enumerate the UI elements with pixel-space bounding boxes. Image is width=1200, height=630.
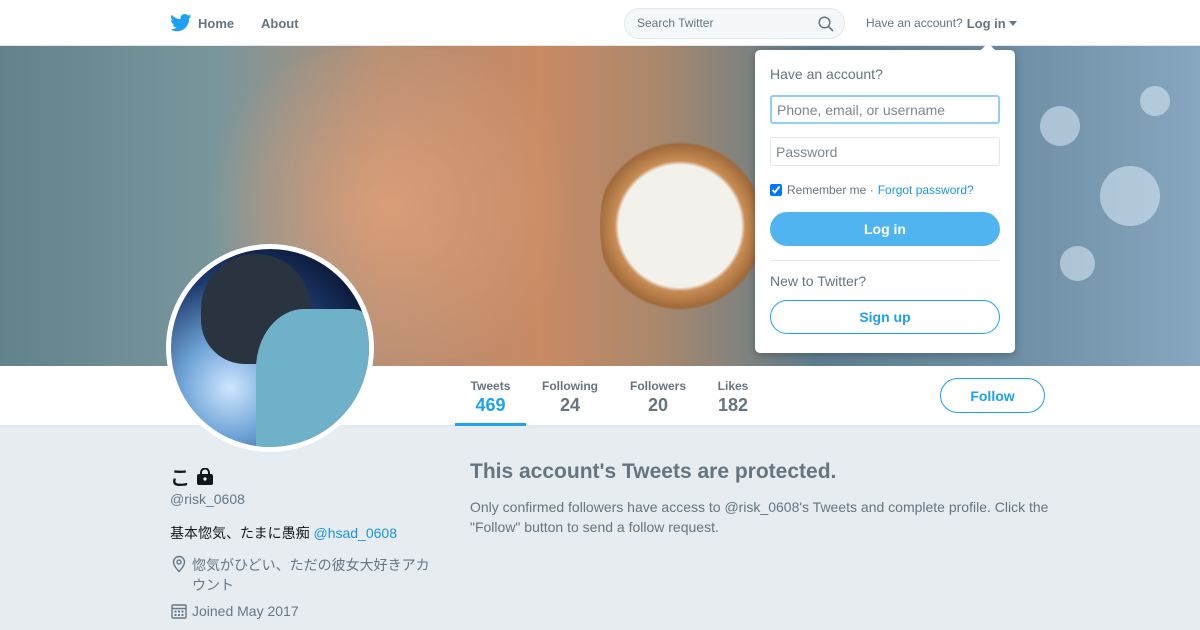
divider [770, 260, 1000, 261]
login-dropdown: Have an account? Remember me · Forgot pa… [755, 43, 1015, 353]
login-button[interactable]: Log in [770, 212, 1000, 246]
nav-home-label: Home [198, 15, 235, 31]
stat-label: Followers [629, 379, 686, 393]
profile-location: 惚気がひどい、ただの彼女大好きアカウント [170, 555, 440, 595]
stat-value: 20 [647, 395, 669, 415]
stat-tweets[interactable]: Tweets 469 [455, 366, 526, 426]
login-link-label: Log in [966, 15, 1006, 31]
location-text: 惚気がひどい、ただの彼女大好きアカウント [192, 557, 430, 593]
new-to-twitter-text: New to Twitter? [770, 273, 867, 289]
password-field[interactable] [770, 137, 1000, 166]
bio-mention-link[interactable]: @hsad_0608 [313, 525, 397, 541]
caret-down-icon [1008, 20, 1017, 26]
lock-icon [197, 467, 213, 485]
nav-home[interactable]: Home [170, 0, 234, 46]
bio-text: 基本惚気、たまに愚痴 [170, 525, 314, 541]
twitter-bird-icon [170, 14, 192, 32]
profile-name-text: こ [170, 468, 190, 490]
location-pin-icon [172, 555, 186, 573]
account-prompt: Have an account? Log in [866, 0, 1017, 46]
join-date-text: Joined May 2017 [192, 603, 299, 619]
login-dropdown-toggle[interactable]: Log in [967, 16, 1017, 31]
profile-handle[interactable]: @risk_0608 [170, 491, 245, 507]
stat-value: 182 [717, 395, 749, 415]
signup-button[interactable]: Sign up [770, 300, 1000, 334]
top-navigation: Home About Have an account? Log in [0, 0, 1200, 46]
remember-me-checkbox[interactable] [770, 184, 782, 196]
search-box[interactable] [624, 8, 845, 39]
profile-name: こ [170, 462, 214, 491]
calendar-icon [171, 604, 187, 619]
search-icon[interactable] [818, 16, 834, 32]
nav-about[interactable]: About [261, 0, 299, 46]
protected-title: This account's Tweets are protected. [470, 460, 837, 483]
remember-me-label: Remember me · [787, 183, 874, 197]
have-account-text: Have an account? [866, 16, 963, 30]
profile-join-date: Joined May 2017 [170, 602, 299, 620]
username-field[interactable] [770, 95, 1000, 124]
stat-label: Following [542, 379, 598, 393]
stat-label: Tweets [470, 379, 511, 393]
profile-avatar[interactable] [166, 244, 374, 452]
stat-followers[interactable]: Followers 20 [621, 366, 695, 426]
stat-value: 469 [475, 395, 506, 415]
stat-label: Likes [717, 379, 749, 393]
follow-button[interactable]: Follow [940, 378, 1045, 413]
protected-description: Only confirmed followers have access to … [470, 499, 1049, 535]
stat-likes[interactable]: Likes 182 [710, 366, 756, 426]
search-input[interactable] [637, 16, 807, 30]
remember-row: Remember me · Forgot password? [770, 183, 974, 197]
profile-bio: 基本惚気、たまに愚痴 @hsad_0608 [170, 523, 397, 543]
stat-value: 24 [559, 395, 581, 415]
forgot-password-link[interactable]: Forgot password? [878, 183, 974, 197]
stat-following[interactable]: Following 24 [533, 366, 607, 426]
login-dropdown-title: Have an account? [770, 66, 883, 82]
